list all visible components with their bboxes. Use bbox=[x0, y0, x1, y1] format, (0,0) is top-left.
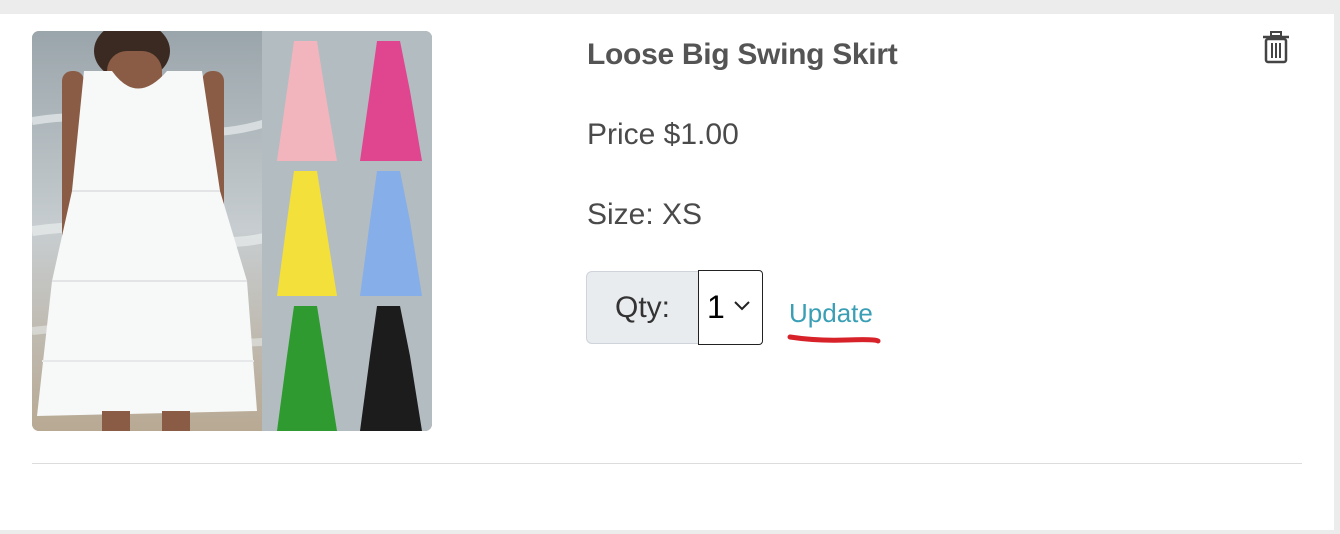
quantity-group: Qty: 1 bbox=[586, 270, 763, 346]
product-size: Size: XS bbox=[587, 198, 703, 231]
product-title: Loose Big Swing Skirt bbox=[587, 38, 898, 71]
product-price: Price $1.00 bbox=[587, 118, 739, 151]
annotation-underline bbox=[787, 334, 881, 344]
quantity-label: Qty: bbox=[586, 271, 698, 344]
cart-item-card: Loose Big Swing Skirt Price $1.00 Size: … bbox=[0, 14, 1334, 530]
quantity-value: 1 bbox=[707, 289, 725, 325]
product-image[interactable] bbox=[32, 31, 432, 431]
update-link[interactable]: Update bbox=[789, 298, 873, 329]
chevron-down-icon bbox=[734, 301, 750, 311]
quantity-select[interactable]: 1 bbox=[698, 270, 763, 345]
dress-photo bbox=[32, 31, 432, 431]
item-divider bbox=[32, 463, 1302, 464]
trash-icon[interactable] bbox=[1261, 30, 1291, 64]
